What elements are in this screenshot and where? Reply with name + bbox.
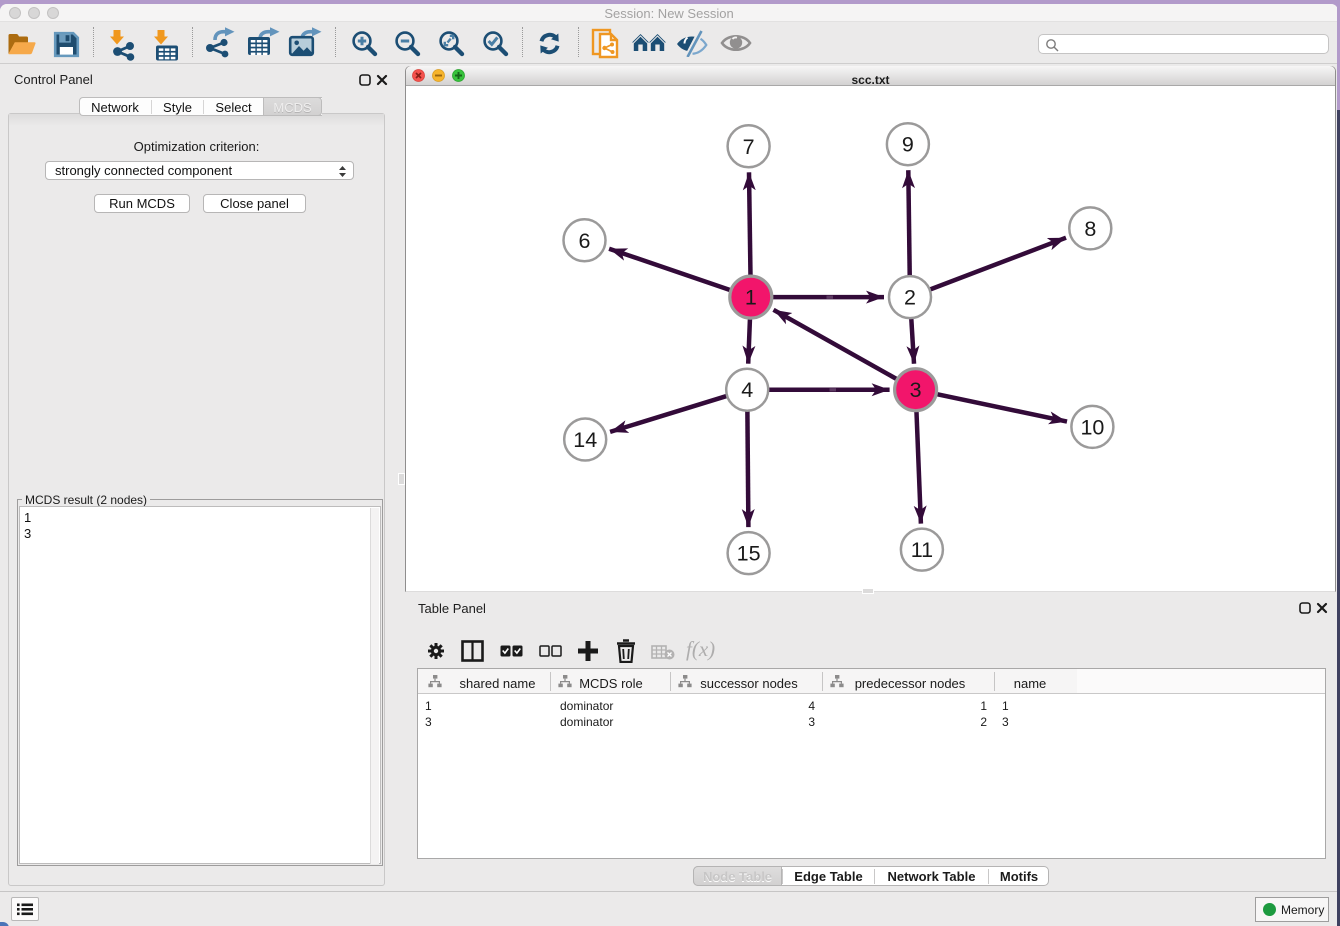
svg-text:14: 14 <box>573 428 597 452</box>
svg-text:4: 4 <box>741 378 753 402</box>
svg-text:8: 8 <box>1084 217 1096 241</box>
svg-text:15: 15 <box>737 542 761 566</box>
svg-text:11: 11 <box>911 538 933 562</box>
svg-text:3: 3 <box>910 378 922 402</box>
svg-text:6: 6 <box>579 229 591 253</box>
svg-text:9: 9 <box>902 133 914 157</box>
svg-text:1: 1 <box>745 286 757 310</box>
svg-text:10: 10 <box>1080 415 1104 439</box>
svg-text:2: 2 <box>904 286 916 310</box>
svg-text:7: 7 <box>743 135 755 159</box>
